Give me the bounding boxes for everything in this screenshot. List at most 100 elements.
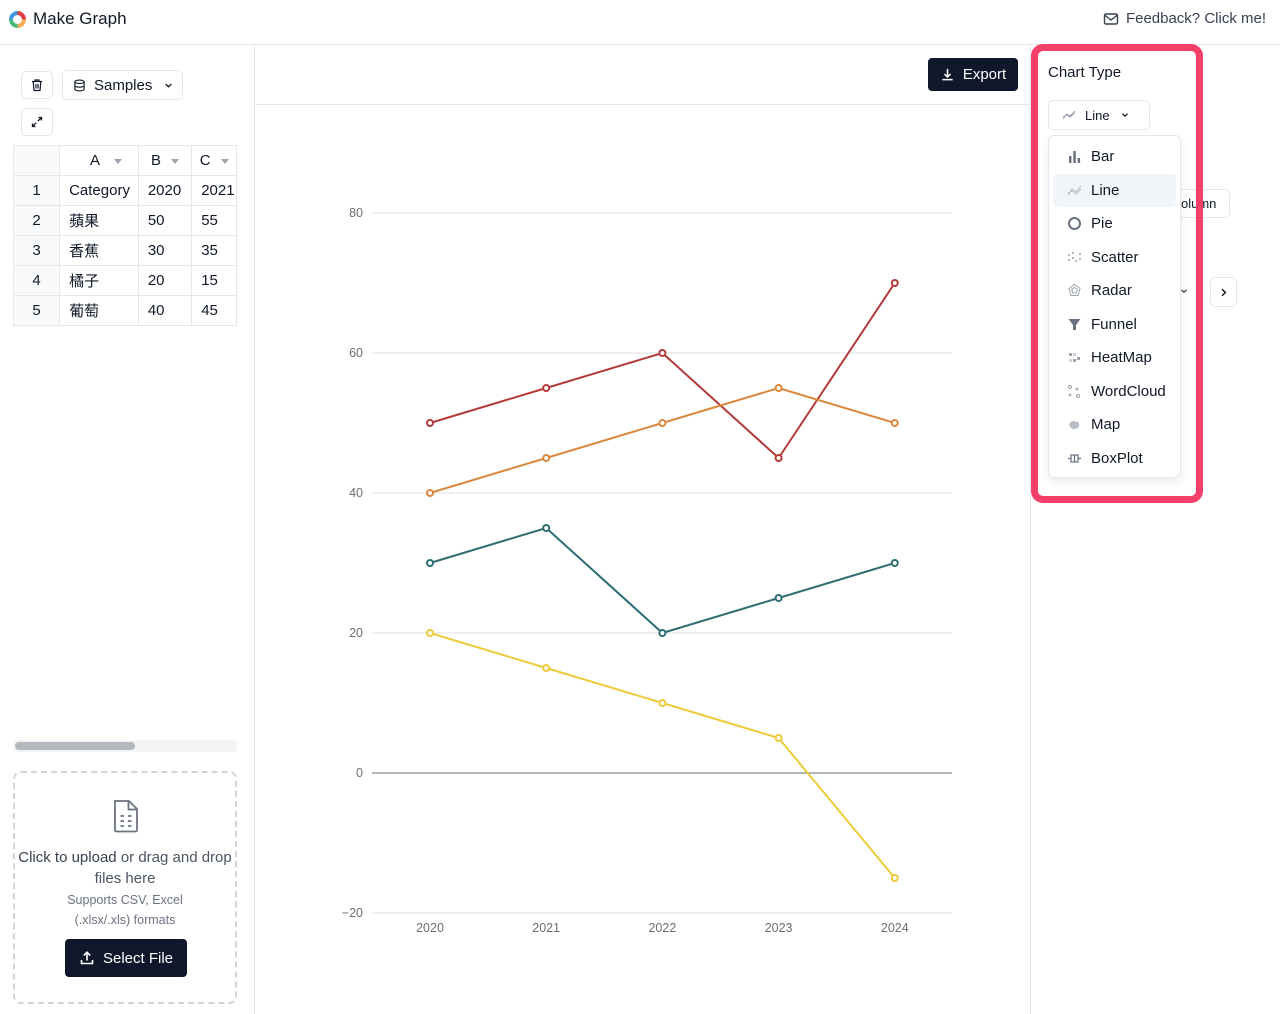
export-button[interactable]: Export [928,58,1018,91]
download-icon [942,68,953,81]
line-chart-icon [1067,185,1082,196]
data-point [542,384,551,392]
row-number: 5 [13,295,61,326]
y-tick-label: 80 [349,206,363,220]
data-point [542,664,551,672]
chart-type-option-scatter[interactable]: Scatter [1053,241,1176,275]
grid-cell[interactable]: 香蕉 [59,235,139,266]
app-logo-icon [9,11,26,28]
grid-cell[interactable]: 橘子 [59,265,139,296]
table-row: 1 Category 2020 2021 [13,175,237,206]
data-point [426,629,434,637]
grid-cell[interactable]: 30 [137,235,193,266]
radar-chart-icon [1068,284,1081,297]
trash-icon [32,79,42,92]
grid-cell[interactable]: Category [59,175,139,206]
column-header-a[interactable]: A [59,145,139,176]
database-icon [74,79,85,91]
chart-type-option-label: Funnel [1091,315,1137,333]
chart-type-option-line[interactable]: Line [1053,173,1176,207]
chart-type-option-bar[interactable]: Bar [1053,140,1176,174]
grid-cell[interactable]: 2020 [137,175,193,206]
chart-type-heading: Chart Type [1048,64,1122,81]
data-point [774,734,783,742]
line-chart: 80 60 40 20 0 −20 2020 2021 2022 2023 2024 [342,206,952,935]
file-dropzone[interactable]: Click to upload or drag and drop files h… [13,771,237,1004]
grid-cell[interactable]: 40 [137,295,193,326]
selected-chart-type: Line [1085,107,1110,123]
wordcloud-chart-icon [1068,384,1080,398]
chart-type-menu: Bar Line Pie Scatter Radar Funnel HeatMap WordC… [1048,135,1181,478]
select-file-button[interactable]: Select File [65,939,187,977]
data-point [774,384,783,392]
data-point [426,559,434,567]
y-tick-label: 20 [349,626,363,640]
x-tick-label: 2023 [765,921,793,935]
column-menu-icon[interactable] [220,158,229,164]
table-row: 5 葡萄 40 45 [13,295,237,326]
scrollbar-thumb[interactable] [15,742,135,750]
boxplot-chart-icon [1068,454,1081,463]
file-spreadsheet-icon [114,800,138,833]
column-menu-icon[interactable] [171,158,180,164]
row-number: 4 [13,265,61,296]
chart-type-option-label: WordCloud [1091,382,1166,400]
grid-cell[interactable]: 50 [137,205,193,236]
x-tick-label: 2022 [648,921,676,935]
expand-button[interactable] [21,108,53,136]
column-header-b[interactable]: B [137,145,193,176]
feedback-label: Feedback? Click me! [1125,10,1266,27]
data-point [890,419,899,427]
samples-dropdown[interactable]: Samples [62,70,183,100]
grid-cell[interactable]: 蘋果 [59,205,139,236]
chart-type-option-heatmap[interactable]: HeatMap [1053,341,1176,375]
chart-type-option-funnel[interactable]: Funnel [1053,308,1176,342]
delete-button[interactable] [21,71,53,99]
grid-cell[interactable]: 55 [191,205,237,236]
grid-cell[interactable]: 15 [191,265,237,296]
horizontal-scrollbar[interactable] [13,740,237,752]
spreadsheet-grid[interactable]: A B C 1 Category 2020 2021 2 蘋果 50 55 3 … [13,145,237,328]
data-point [774,594,783,602]
chart-type-option-boxplot[interactable]: BoxPlot [1053,442,1176,476]
column-menu-icon[interactable] [113,158,122,164]
chart-type-option-label: BoxPlot [1091,449,1143,467]
chart-type-option-pie[interactable]: Pie [1053,207,1176,241]
grid-cell[interactable]: 35 [191,235,237,266]
feedback-link[interactable]: Feedback? Click me! [1103,10,1266,27]
column-header-c[interactable]: C [191,145,237,176]
y-tick-label: −20 [342,906,363,920]
heatmap-chart-icon [1069,353,1080,363]
x-tick-label: 2020 [416,921,444,935]
chevron-down-icon [165,83,173,88]
upload-formats-note: Supports CSV, Excel (.xlsx/.xls) formats [67,893,183,927]
select-file-label: Select File [102,949,174,967]
chart-type-option-radar[interactable]: Radar [1053,274,1176,308]
data-point [890,279,899,287]
chevron-right-icon [1221,288,1227,297]
grid-cell[interactable]: 45 [191,295,237,326]
toolbar-divider [256,104,1030,105]
data-point [426,489,434,497]
funnel-chart-icon [1068,318,1081,330]
scatter-chart-icon [1068,251,1081,262]
next-button[interactable] [1210,277,1237,307]
grid-cell[interactable]: 20 [137,265,193,296]
chart-type-option-label: Radar [1091,282,1132,300]
chart-type-option-label: HeatMap [1091,349,1152,367]
chart-type-option-wordcloud[interactable]: WordCloud [1053,375,1176,409]
grid-cell[interactable]: 2021 [191,175,237,206]
series-line [429,526,896,635]
upload-instructions: Click to upload or drag and drop files h… [15,847,235,889]
pie-chart-icon [1068,217,1081,231]
export-label: Export [962,66,1007,83]
grid-cell[interactable]: 葡萄 [59,295,139,326]
data-point [542,524,551,532]
data-point [542,454,551,462]
table-row: 4 橘子 20 15 [13,265,237,296]
table-row: 3 香蕉 30 35 [13,235,237,266]
chart-type-option-map[interactable]: Map [1053,408,1176,442]
row-number: 1 [13,175,61,206]
chart-type-option-label: Line [1091,181,1120,199]
chart-type-select[interactable]: Line [1048,100,1150,130]
